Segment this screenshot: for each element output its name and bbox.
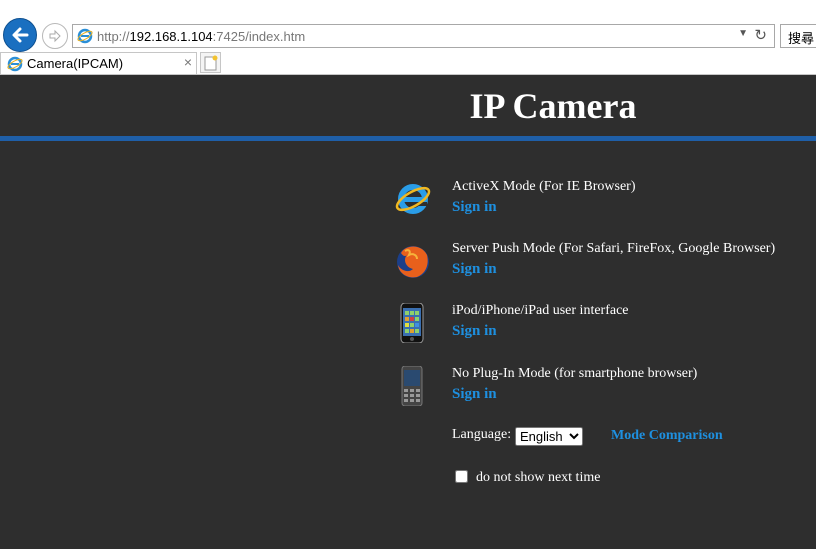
dont-show-label: do not show next time [476, 470, 601, 485]
mode-no-plugin: No Plug-In Mode (for smartphone browser)… [395, 366, 815, 416]
ie-icon [77, 28, 93, 44]
mode-description: Server Push Mode (For Safari, FireFox, G… [452, 241, 776, 256]
address-dropdown-icon[interactable]: ▼ [738, 28, 748, 39]
language-label: Language: [452, 427, 512, 442]
dont-show-checkbox[interactable] [455, 470, 468, 483]
mode-server-push: Server Push Mode (For Safari, FireFox, G… [395, 241, 815, 291]
chrome-divider [0, 74, 816, 75]
activex-sign-in-link[interactable]: Sign in [452, 199, 497, 216]
tab-camera[interactable]: Camera(IPCAM) × [0, 52, 197, 74]
forward-arrow-icon [49, 29, 61, 43]
browser-chrome: http://192.168.1.104:7425/index.htm ▼ ↻ … [0, 0, 816, 75]
address-bar[interactable]: http://192.168.1.104:7425/index.htm ▼ ↻ [72, 24, 775, 48]
header-divider [0, 136, 816, 141]
new-tab-button[interactable] [200, 52, 221, 73]
forward-button[interactable] [42, 23, 68, 49]
search-input[interactable]: 搜尋 [780, 24, 816, 48]
server-push-sign-in-link[interactable]: Sign in [452, 261, 497, 278]
back-arrow-icon [12, 27, 29, 43]
smartphone-icon [401, 366, 423, 406]
mode-activex: ActiveX Mode (For IE Browser) Sign in [395, 179, 815, 229]
iphone-icon [400, 303, 424, 343]
iphone-sign-in-link[interactable]: Sign in [452, 323, 497, 340]
close-icon[interactable]: × [184, 54, 192, 70]
tab-title: Camera(IPCAM) [27, 56, 124, 71]
url-text: http://192.168.1.104:7425/index.htm [97, 29, 306, 44]
no-plugin-sign-in-link[interactable]: Sign in [452, 386, 497, 403]
mode-description: ActiveX Mode (For IE Browser) [452, 179, 636, 194]
refresh-icon[interactable]: ↻ [754, 26, 767, 44]
ie-icon [7, 56, 23, 72]
firefox-icon [397, 246, 429, 278]
mode-iphone: iPod/iPhone/iPad user interface Sign in [395, 303, 815, 353]
mode-description: iPod/iPhone/iPad user interface [452, 303, 629, 318]
new-tab-icon [204, 55, 218, 71]
back-button[interactable] [3, 18, 37, 52]
page-title: IP Camera [469, 86, 637, 126]
ie-icon [395, 184, 431, 214]
mode-comparison-link[interactable]: Mode Comparison [611, 428, 723, 444]
mode-description: No Plug-In Mode (for smartphone browser) [452, 366, 698, 381]
language-select[interactable]: English [515, 427, 583, 446]
